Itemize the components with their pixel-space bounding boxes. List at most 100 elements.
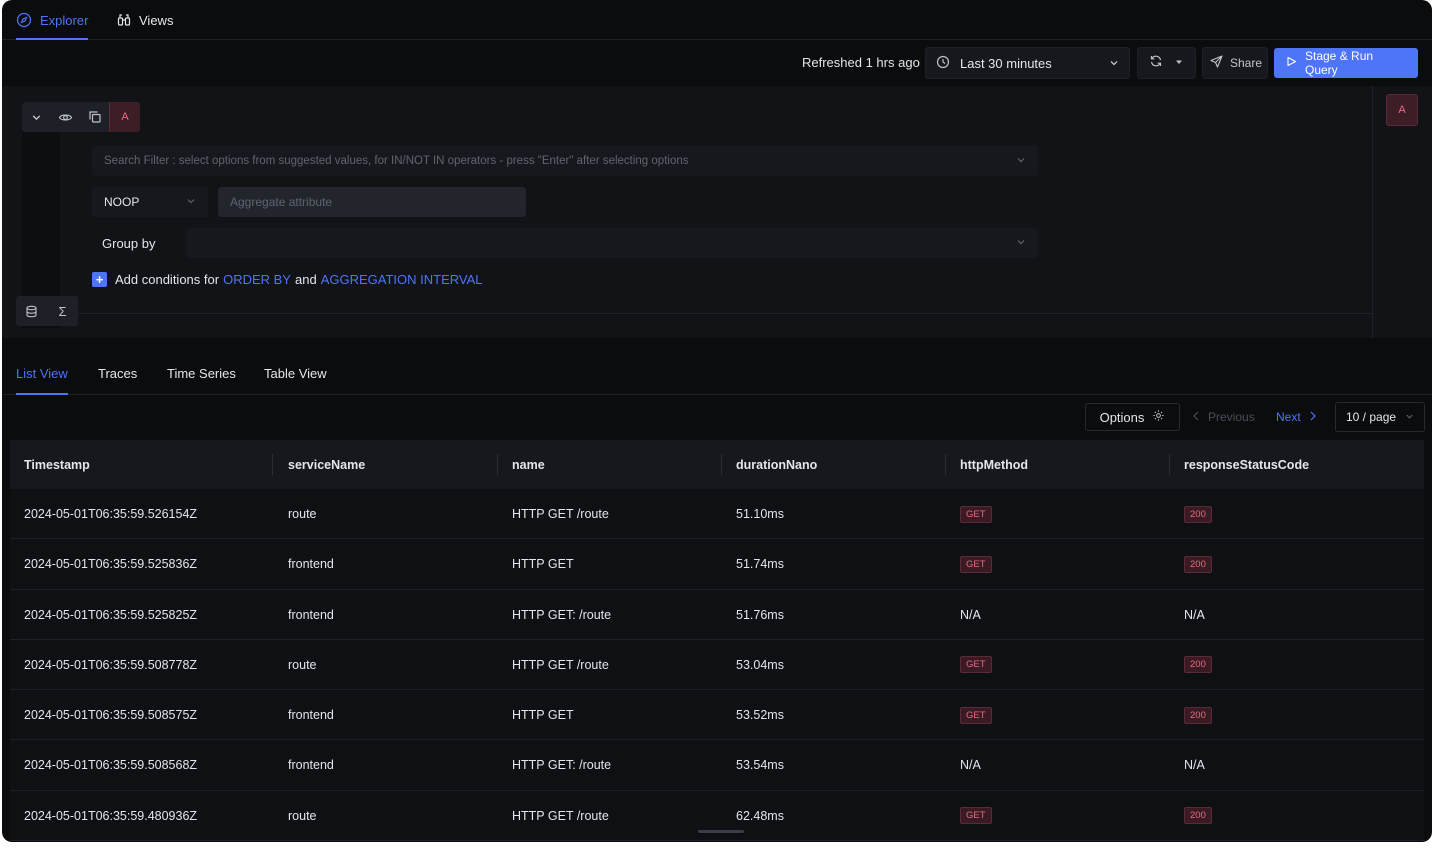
group-by-label: Group by [102, 236, 156, 251]
table-row[interactable]: 2024-05-01T06:35:59.525836Z frontend HTTP … [10, 539, 1424, 590]
cell-duration: 51.76ms [736, 607, 784, 622]
cell-duration: 53.04ms [736, 657, 784, 672]
cell-name: HTTP GET [512, 708, 574, 723]
cell-name: HTTP GET [512, 557, 574, 572]
add-conditions-prefix: Add conditions for [115, 272, 220, 287]
column-header-service-name[interactable]: serviceName [288, 440, 365, 489]
cell-service-name: route [288, 657, 317, 672]
and-text: and [294, 272, 317, 287]
table-row[interactable]: 2024-05-01T06:35:59.525825Z frontend HTTP … [10, 589, 1424, 640]
search-filter-placeholder: Search Filter : select options from sugg… [104, 155, 689, 167]
cell-timestamp: 2024-05-01T06:35:59.526154Z [24, 507, 198, 521]
aggregate-attribute-placeholder: Aggregate attribute [230, 195, 333, 209]
add-conditions[interactable]: + Add conditions for ORDER BY and AGGREG… [92, 272, 483, 287]
table-row[interactable]: 2024-05-01T06:35:59.480936Z route HTTP GET… [10, 790, 1424, 842]
eye-icon[interactable] [51, 102, 80, 132]
aggregate-operator-select[interactable]: NOOP [92, 187, 208, 217]
cell-name: HTTP GET /route [512, 507, 609, 521]
refresh-icon[interactable] [1149, 54, 1163, 73]
cell-service-name: frontend [288, 557, 334, 572]
aggregation-interval-link[interactable]: AGGREGATION INTERVAL [321, 272, 483, 287]
table-row[interactable]: 2024-05-01T06:35:59.508568Z frontend HTTP … [10, 740, 1424, 791]
run-label: Stage & Run Query [1305, 49, 1374, 77]
cell-name: HTTP GET: /route [512, 607, 612, 622]
gear-icon [1152, 409, 1165, 425]
previous-label: Previous [1208, 410, 1255, 424]
query-side-badge[interactable]: A [1386, 94, 1418, 126]
share-button[interactable]: Share [1202, 47, 1268, 79]
aggregate-operator-value: NOOP [104, 195, 140, 209]
chevron-down-icon [1016, 155, 1026, 168]
column-divider [497, 454, 498, 475]
collapse-chevron-icon[interactable] [22, 102, 51, 132]
column-header-duration-nano[interactable]: durationNano [736, 440, 817, 489]
order-by-link[interactable]: ORDER BY [223, 272, 291, 287]
http-method-badge: GET [960, 807, 992, 825]
next-page-button[interactable]: Next [1276, 410, 1317, 424]
compass-icon [16, 12, 32, 28]
cell-status-code: N/A [1184, 607, 1205, 622]
column-header-http-method[interactable]: httpMethod [960, 440, 1028, 489]
query-actions: A [22, 102, 140, 132]
tab-explorer[interactable]: Explorer [16, 0, 89, 40]
group-by-select[interactable] [186, 228, 1038, 258]
previous-page-button[interactable]: Previous [1192, 410, 1255, 424]
chevron-down-icon [1016, 234, 1026, 252]
table-row[interactable]: 2024-05-01T06:35:59.526154Z route HTTP GET… [10, 489, 1424, 540]
database-icon[interactable] [16, 296, 47, 326]
cell-http-method: GET [960, 690, 992, 740]
cell-duration: 62.48ms [736, 808, 784, 823]
cell-duration: 51.74ms [736, 557, 784, 572]
column-header-name[interactable]: name [512, 440, 545, 489]
http-method-badge: GET [960, 505, 992, 523]
chevron-down-icon [1109, 56, 1119, 71]
tab-views-label: Views [139, 12, 174, 28]
refresh-button[interactable] [1137, 47, 1196, 79]
column-divider [272, 454, 273, 475]
sigma-icon[interactable]: Σ [47, 296, 78, 326]
stage-run-query-button[interactable]: Stage & Run Query [1274, 48, 1418, 78]
app-window: Explorer Views Refreshed 1 hrs ago Last … [2, 0, 1432, 842]
http-method-badge: GET [960, 656, 992, 674]
page-size-select[interactable]: 10 / page [1335, 402, 1425, 432]
tab-views[interactable]: Views [117, 0, 173, 40]
cell-http-method: GET [960, 489, 992, 539]
column-header-response-status-code[interactable]: responseStatusCode [1184, 440, 1309, 489]
table-row[interactable]: 2024-05-01T06:35:59.508778Z route HTTP GET… [10, 639, 1424, 691]
scroll-indicator[interactable] [698, 830, 744, 833]
cell-service-name: route [288, 808, 317, 823]
cell-timestamp: 2024-05-01T06:35:59.480936Z [24, 808, 198, 823]
tab-list-view[interactable]: List View [16, 366, 68, 395]
time-range-value: Last 30 minutes [960, 55, 1052, 71]
copy-icon[interactable] [80, 102, 109, 132]
tab-explorer-label: Explorer [40, 12, 89, 28]
send-icon [1210, 55, 1223, 71]
divider [78, 313, 1372, 314]
tab-traces[interactable]: Traces [98, 366, 137, 395]
cell-duration: 53.52ms [736, 708, 784, 723]
cell-status-code: 200 [1184, 539, 1212, 589]
options-button[interactable]: Options [1085, 403, 1180, 431]
query-builder: A A Search Filter : select options from … [2, 86, 1432, 338]
column-divider [721, 454, 722, 475]
share-label: Share [1230, 56, 1263, 70]
plus-icon[interactable]: + [92, 272, 107, 287]
query-rail [22, 102, 60, 328]
column-header-timestamp[interactable]: Timestamp [24, 440, 90, 489]
cell-name: HTTP GET: /route [512, 758, 612, 773]
table-body: 2024-05-01T06:35:59.526154Z route HTTP GET… [10, 489, 1424, 842]
column-divider [1169, 454, 1170, 475]
tab-table-view[interactable]: Table View [264, 366, 327, 395]
refreshed-status: Refreshed 1 hrs ago [802, 55, 920, 70]
view-tabs: List View Traces Time Series Table View [2, 352, 1432, 395]
play-icon [1286, 56, 1297, 70]
table-row[interactable]: 2024-05-01T06:35:59.508575Z frontend HTTP … [10, 690, 1424, 741]
cell-service-name: frontend [288, 607, 334, 622]
tab-time-series[interactable]: Time Series [167, 366, 236, 395]
caret-down-icon[interactable] [1174, 54, 1184, 72]
search-filter-input[interactable]: Search Filter : select options from sugg… [92, 146, 1038, 176]
cell-status-code: 200 [1184, 690, 1212, 740]
aggregate-attribute-input[interactable]: Aggregate attribute [218, 187, 526, 217]
chevron-down-icon [1405, 410, 1414, 424]
time-range-select[interactable]: Last 30 minutes [925, 47, 1130, 79]
